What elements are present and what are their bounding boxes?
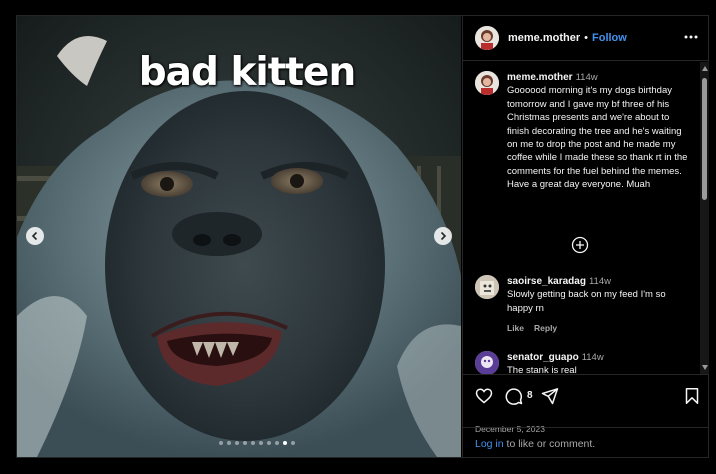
carousel-prev-button[interactable] bbox=[26, 227, 44, 245]
carousel-dot bbox=[219, 441, 223, 445]
comment-username[interactable]: senator_guapo bbox=[507, 352, 579, 363]
image-caption-text: bad kitten bbox=[138, 50, 357, 95]
bookmark-icon[interactable] bbox=[683, 387, 701, 405]
post-media: bad kitten bbox=[17, 16, 461, 457]
comment-time[interactable]: 114w bbox=[576, 72, 598, 83]
separator-dot: • bbox=[584, 32, 588, 44]
avatar[interactable] bbox=[475, 26, 499, 50]
login-prompt: Log in to like or comment. bbox=[463, 427, 709, 457]
chevron-right-icon bbox=[440, 231, 447, 241]
comment-icon[interactable] bbox=[505, 387, 523, 405]
heart-icon[interactable] bbox=[475, 387, 493, 405]
comment-count: 8 bbox=[527, 390, 533, 401]
carousel-dot bbox=[291, 441, 295, 445]
like-comment-button[interactable]: Like bbox=[507, 323, 524, 333]
avatar[interactable] bbox=[475, 275, 499, 299]
avatar-image bbox=[475, 275, 499, 299]
follow-button[interactable]: Follow bbox=[592, 32, 627, 44]
reply-button[interactable]: Reply bbox=[534, 323, 557, 333]
avatar-image bbox=[475, 26, 499, 50]
avatar[interactable] bbox=[475, 351, 499, 374]
carousel-dot bbox=[251, 441, 255, 445]
chevron-left-icon bbox=[31, 231, 38, 241]
side-panel: meme.mother • Follow meme.mother 114w Go… bbox=[462, 16, 709, 457]
carousel-dot bbox=[283, 441, 287, 445]
comment-text: Goooood morning it's my dogs birthday to… bbox=[507, 85, 688, 191]
add-circle-icon[interactable] bbox=[571, 236, 589, 254]
comments-list: meme.mother 114w Goooood morning it's my … bbox=[463, 62, 709, 374]
post-header: meme.mother • Follow bbox=[463, 16, 709, 61]
carousel-dot bbox=[275, 441, 279, 445]
comment-text: The stank is real bbox=[507, 365, 577, 374]
post-dialog: bad kitten meme.mother • Follow meme.mot… bbox=[16, 15, 709, 458]
carousel-dot bbox=[267, 441, 271, 445]
carousel-dot bbox=[259, 441, 263, 445]
scroll-up-arrow[interactable] bbox=[702, 66, 708, 71]
carousel-dot bbox=[227, 441, 231, 445]
comments-scrollbar[interactable] bbox=[700, 62, 709, 374]
share-icon[interactable] bbox=[541, 387, 559, 405]
comment-username[interactable]: saoirse_karadag bbox=[507, 276, 586, 287]
scroll-thumb[interactable] bbox=[702, 78, 707, 200]
avatar[interactable] bbox=[475, 71, 499, 95]
login-link[interactable]: Log in bbox=[475, 438, 504, 450]
header-username[interactable]: meme.mother bbox=[508, 32, 580, 44]
login-suffix: to like or comment. bbox=[503, 438, 596, 450]
comment-text: Slowly getting back on my feed I'm so ha… bbox=[507, 289, 666, 314]
carousel-indicator bbox=[35, 441, 461, 445]
comment-time[interactable]: 114w bbox=[589, 276, 611, 287]
avatar-image bbox=[475, 351, 499, 374]
scroll-down-arrow[interactable] bbox=[702, 365, 708, 370]
carousel-next-button[interactable] bbox=[434, 227, 452, 245]
carousel-dot bbox=[243, 441, 247, 445]
carousel-dot bbox=[235, 441, 239, 445]
avatar-image bbox=[475, 71, 499, 95]
more-icon[interactable] bbox=[683, 31, 699, 43]
comment-username[interactable]: meme.mother bbox=[507, 72, 573, 83]
comment-time[interactable]: 114w bbox=[582, 352, 604, 363]
